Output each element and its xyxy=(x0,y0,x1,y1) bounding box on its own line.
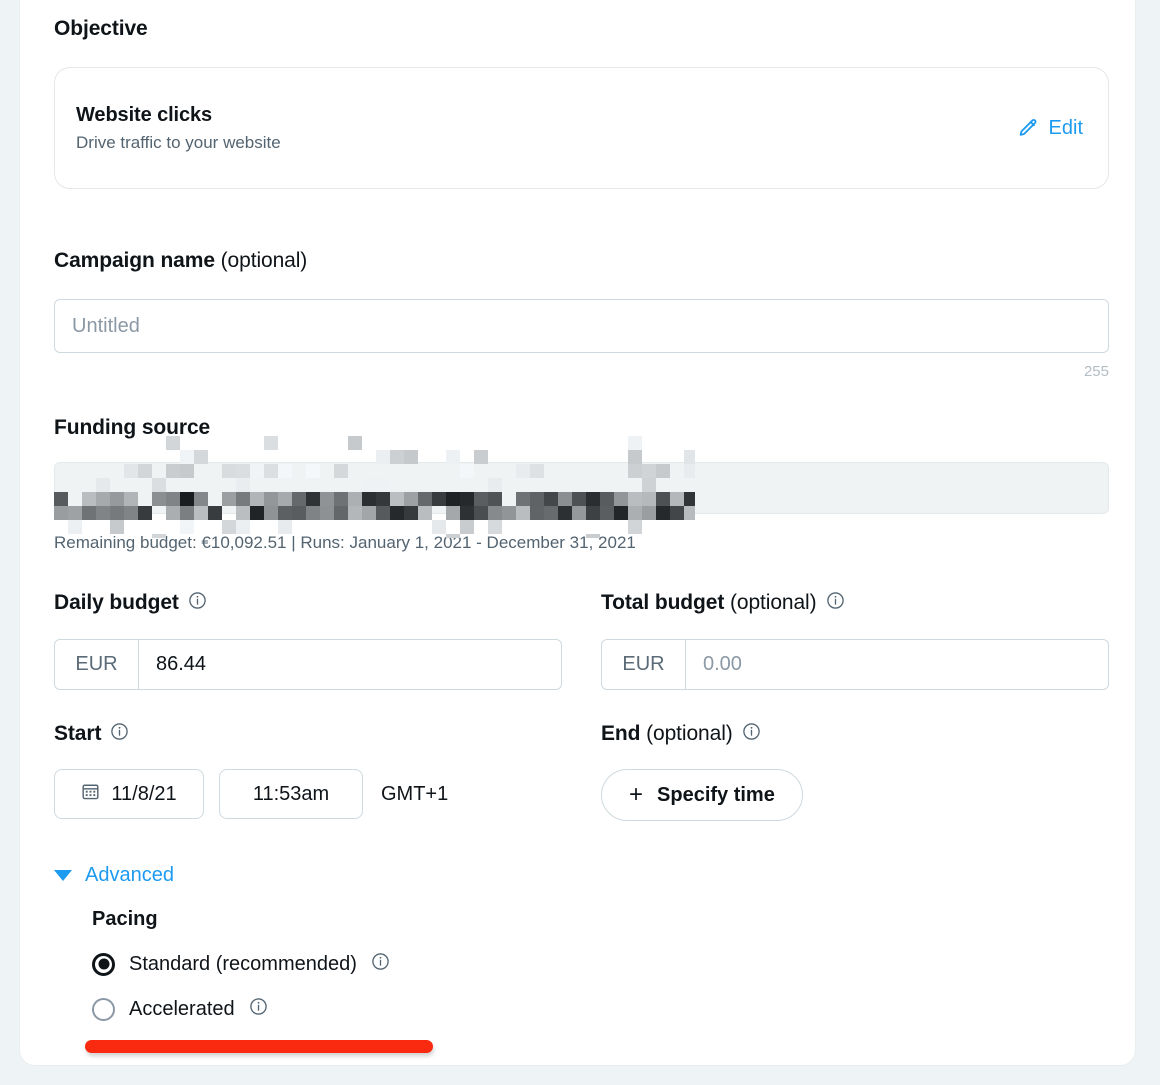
calendar-icon xyxy=(81,782,100,807)
objective-summary-card[interactable]: Website clicks Drive traffic to your web… xyxy=(54,67,1109,189)
end-label-row: End (optional) xyxy=(601,722,1109,746)
objective-section: Objective Website clicks Drive traffic t… xyxy=(54,17,1109,189)
info-icon[interactable] xyxy=(110,722,129,746)
start-time-button[interactable]: 11:53am xyxy=(219,769,363,819)
campaign-name-char-counter: 255 xyxy=(1083,363,1109,380)
pacing-option-accelerated[interactable]: Accelerated xyxy=(92,997,1109,1021)
total-budget-optional: (optional) xyxy=(724,591,817,614)
end-section: End (optional) + Specify time xyxy=(601,722,1109,821)
start-section: Start 11/8/21 11:53am GMT+1 xyxy=(54,722,562,821)
campaign-name-optional: (optional) xyxy=(214,249,308,272)
start-date-button[interactable]: 11/8/21 xyxy=(54,769,204,819)
funding-source-section: Funding source Remaining budget: €10,092… xyxy=(54,416,1109,553)
daily-budget-amount-input[interactable] xyxy=(139,640,561,689)
chevron-down-icon xyxy=(54,870,72,881)
objective-subtitle: Drive traffic to your website xyxy=(76,132,281,152)
campaign-name-label: Campaign name (optional) xyxy=(54,249,1109,273)
campaign-setup-page: Objective Website clicks Drive traffic t… xyxy=(0,0,1160,1085)
total-budget-label-row: Total budget (optional) xyxy=(601,591,1109,615)
radio-accelerated[interactable] xyxy=(92,997,115,1021)
start-controls: 11/8/21 11:53am GMT+1 xyxy=(54,769,562,819)
info-icon[interactable] xyxy=(188,591,207,615)
funding-source-field-wrap xyxy=(54,436,1109,538)
start-label: Start xyxy=(54,722,101,746)
pacing-standard-label: Standard (recommended) xyxy=(129,952,357,975)
pencil-icon xyxy=(1016,117,1039,140)
end-label: End (optional) xyxy=(601,722,733,746)
start-timezone: GMT+1 xyxy=(381,782,449,805)
info-icon[interactable] xyxy=(826,591,845,615)
red-underline-annotation xyxy=(85,1040,433,1053)
campaign-name-section: Campaign name (optional) 255 xyxy=(54,249,1109,380)
schedule-row: Start 11/8/21 11:53am GMT+1 End (optiona… xyxy=(54,722,1109,821)
daily-budget-currency: EUR xyxy=(55,640,139,689)
pacing-accelerated-label: Accelerated xyxy=(129,997,235,1020)
pacing-group: Pacing Standard (recommended) Accelerate… xyxy=(92,908,1109,1021)
daily-budget-label: Daily budget xyxy=(54,591,179,615)
objective-text-group: Website clicks Drive traffic to your web… xyxy=(76,104,281,153)
objective-section-label: Objective xyxy=(54,17,148,40)
edit-objective-button[interactable]: Edit xyxy=(1016,117,1083,140)
info-icon[interactable] xyxy=(742,722,761,746)
total-budget-currency: EUR xyxy=(602,640,686,689)
end-optional: (optional) xyxy=(640,722,733,745)
start-label-row: Start xyxy=(54,722,562,746)
daily-budget-section: Daily budget EUR xyxy=(54,591,562,690)
campaign-name-input[interactable] xyxy=(54,299,1109,353)
pacing-title: Pacing xyxy=(92,908,158,930)
total-budget-section: Total budget (optional) EUR xyxy=(601,591,1109,690)
end-label-text: End xyxy=(601,722,641,745)
advanced-section: Advanced Pacing Standard (recommended) A… xyxy=(54,864,1109,1021)
advanced-toggle-button[interactable]: Advanced xyxy=(54,864,174,887)
specify-end-time-button[interactable]: + Specify time xyxy=(601,769,803,821)
total-budget-label-text: Total budget xyxy=(601,591,725,614)
specify-end-time-label: Specify time xyxy=(657,783,775,806)
pacing-option-standard[interactable]: Standard (recommended) xyxy=(92,952,1109,976)
total-budget-label: Total budget (optional) xyxy=(601,591,817,615)
info-icon[interactable] xyxy=(371,952,390,976)
total-budget-input-group: EUR xyxy=(601,639,1109,690)
budgets-row: Daily budget EUR 86.44 Total budget (opt… xyxy=(54,591,1109,690)
redacted-funding-source-value xyxy=(54,436,695,538)
campaign-form-card: Objective Website clicks Drive traffic t… xyxy=(19,0,1136,1066)
daily-budget-label-row: Daily budget xyxy=(54,591,562,615)
objective-title: Website clicks xyxy=(76,103,213,126)
radio-standard[interactable] xyxy=(92,952,115,976)
edit-objective-label: Edit xyxy=(1048,116,1083,139)
total-budget-amount-input[interactable] xyxy=(686,640,1108,689)
start-date-value: 11/8/21 xyxy=(111,782,177,805)
campaign-name-label-text: Campaign name xyxy=(54,249,215,272)
start-label-text: Start xyxy=(54,722,102,745)
start-time-value: 11:53am xyxy=(252,782,330,805)
advanced-toggle-label: Advanced xyxy=(85,864,174,886)
daily-budget-label-text: Daily budget xyxy=(54,591,179,614)
plus-icon: + xyxy=(629,781,644,808)
info-icon[interactable] xyxy=(249,997,268,1021)
daily-budget-input-group: EUR xyxy=(54,639,562,690)
